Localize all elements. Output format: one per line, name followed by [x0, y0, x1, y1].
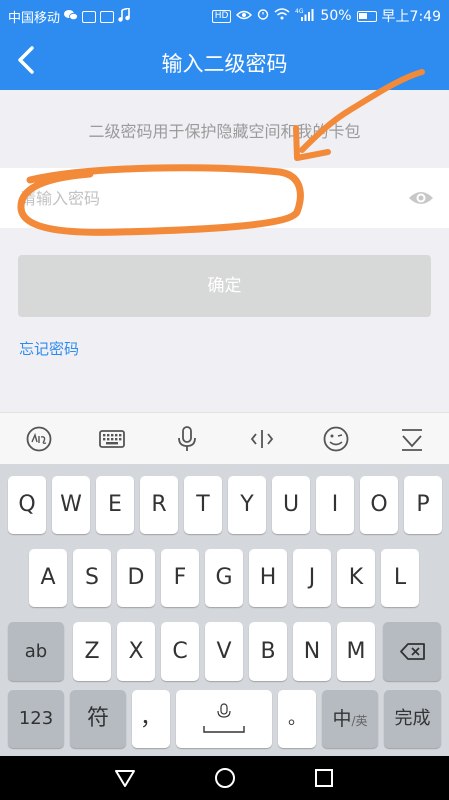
eye-comfort-icon — [236, 8, 253, 24]
handwriting-icon[interactable] — [24, 425, 54, 453]
show-password-icon[interactable] — [407, 186, 435, 210]
cursor-move-icon[interactable] — [247, 425, 277, 453]
battery-percent: 50% — [320, 8, 352, 24]
key-v[interactable]: V — [205, 622, 243, 681]
key-x[interactable]: X — [117, 622, 155, 681]
backspace-icon — [400, 643, 425, 660]
language-main: 中 — [332, 708, 352, 730]
password-row — [0, 168, 449, 228]
key-h[interactable]: H — [249, 549, 287, 607]
numbers-key[interactable]: 123 — [8, 690, 64, 748]
language-sub: /英 — [351, 714, 368, 728]
alarm-icon — [257, 8, 269, 24]
key-z[interactable]: Z — [73, 622, 111, 681]
confirm-button[interactable]: 确定 — [18, 255, 431, 317]
emoji-icon[interactable] — [321, 425, 351, 453]
key-q[interactable]: Q — [8, 476, 46, 534]
language-switch-key[interactable]: 中/英 — [322, 690, 378, 748]
recents-square-icon[interactable] — [311, 766, 337, 790]
keyboard-toolbar — [0, 412, 449, 464]
signal-4g-icon: 4G — [295, 8, 315, 25]
svg-text:4G: 4G — [295, 8, 304, 15]
page-title: 输入二级密码 — [161, 52, 288, 76]
comma-key[interactable]: ， — [132, 690, 170, 748]
key-d[interactable]: D — [117, 549, 155, 607]
hd-badge: HD — [211, 9, 232, 23]
app-notification-icon — [82, 10, 97, 23]
key-c[interactable]: C — [161, 622, 199, 681]
key-p[interactable]: P — [404, 476, 442, 534]
wechat-icon — [64, 9, 78, 25]
key-r[interactable]: R — [140, 476, 178, 534]
key-o[interactable]: O — [360, 476, 398, 534]
wifi-icon — [274, 8, 290, 24]
backspace-key[interactable] — [383, 622, 441, 681]
header-bar: 输入二级密码 — [0, 30, 449, 90]
done-key[interactable]: 完成 — [384, 690, 441, 748]
key-l[interactable]: L — [381, 549, 419, 607]
key-b[interactable]: B — [249, 622, 287, 681]
key-a[interactable]: A — [29, 549, 67, 607]
system-nav-bar — [0, 756, 449, 800]
microphone-icon[interactable] — [172, 425, 202, 453]
soft-keyboard: QWERTYUIOP ASDFGHJKL ZXCVBNM ab 123 符 ， … — [0, 464, 449, 756]
key-m[interactable]: M — [337, 622, 375, 681]
key-f[interactable]: F — [161, 549, 199, 607]
key-y[interactable]: Y — [228, 476, 266, 534]
symbols-key[interactable]: 符 — [70, 690, 126, 748]
space-mic-icon — [203, 703, 245, 733]
key-e[interactable]: E — [96, 476, 134, 534]
key-k[interactable]: K — [337, 549, 375, 607]
battery-icon — [356, 10, 377, 22]
space-key[interactable] — [176, 690, 272, 748]
hint-text: 二级密码用于保护隐藏空间和我的卡包 — [88, 122, 361, 141]
key-g[interactable]: G — [205, 549, 243, 607]
status-bar: 中国移动 HD 4G 50% 早上7:49 — [0, 0, 449, 30]
key-n[interactable]: N — [293, 622, 331, 681]
password-input[interactable] — [20, 176, 380, 220]
key-s[interactable]: S — [73, 549, 111, 607]
home-circle-icon[interactable] — [212, 766, 238, 790]
key-j[interactable]: J — [293, 549, 331, 607]
map-notification-icon — [100, 10, 115, 23]
carrier-label: 中国移动 — [8, 11, 61, 26]
music-note-icon — [118, 6, 130, 26]
period-key[interactable]: 。 — [278, 690, 316, 748]
collapse-keyboard-icon[interactable] — [397, 425, 427, 453]
key-w[interactable]: W — [52, 476, 90, 534]
key-u[interactable]: U — [272, 476, 310, 534]
key-t[interactable]: T — [184, 476, 222, 534]
key-i[interactable]: I — [316, 476, 354, 534]
clock: 早上7:49 — [381, 9, 441, 25]
keyboard-icon[interactable] — [97, 425, 127, 453]
forgot-password-link[interactable]: 忘记密码 — [19, 338, 79, 359]
ab-key[interactable]: ab — [8, 622, 64, 681]
back-triangle-icon[interactable] — [112, 766, 138, 790]
